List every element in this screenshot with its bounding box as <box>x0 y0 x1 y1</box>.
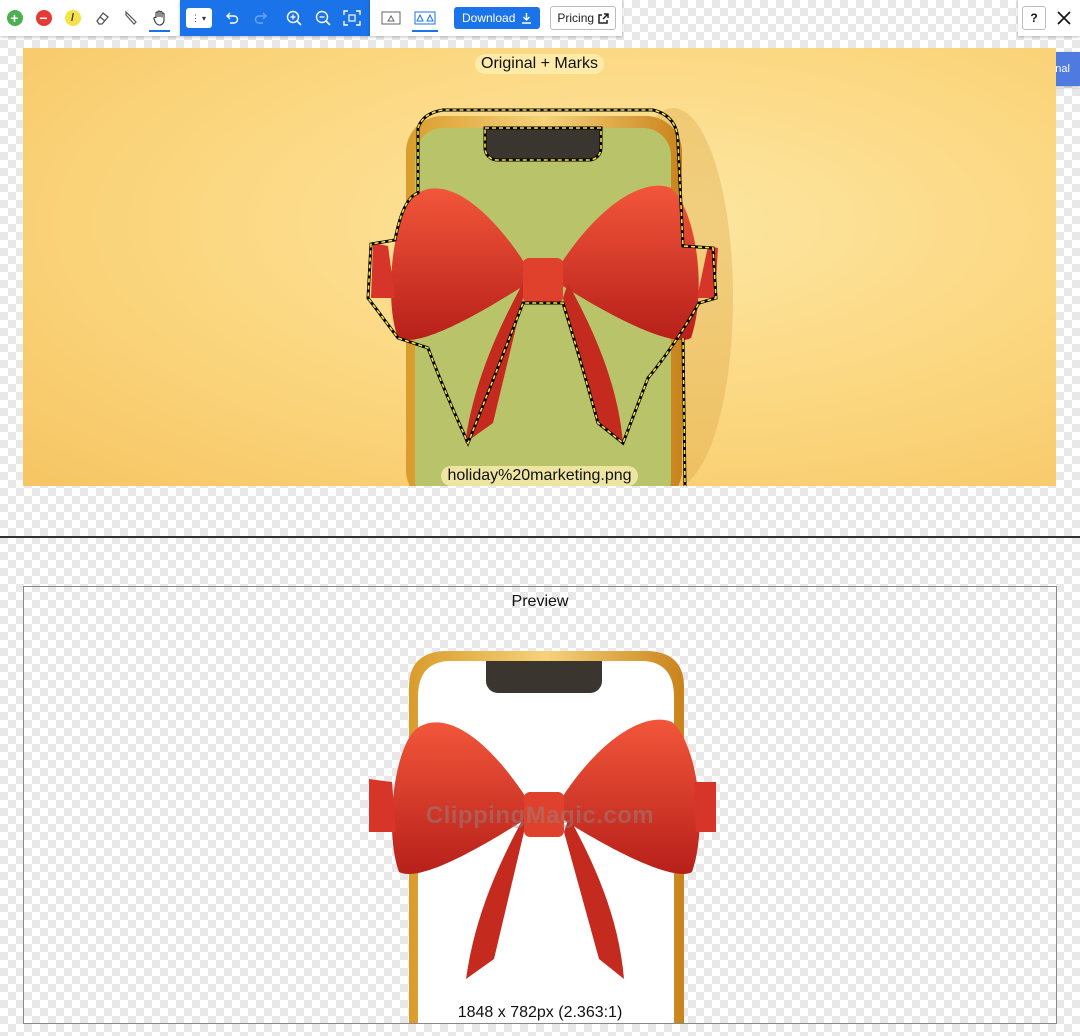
zoom-in-icon <box>286 10 302 26</box>
download-icon <box>522 13 532 24</box>
help-button[interactable]: ? <box>1022 6 1046 30</box>
highlighter-icon: / <box>64 10 81 26</box>
dimensions-label: 1848 x 782px (2.363:1) <box>457 1004 623 1021</box>
undo-icon <box>225 12 238 24</box>
fit-screen-icon <box>342 10 361 26</box>
marking-tools: + − / <box>0 0 180 36</box>
zoom-out-button[interactable] <box>308 0 337 36</box>
window-controls: ? <box>1018 0 1080 36</box>
remove-marker-button[interactable]: − <box>29 0 58 36</box>
download-label: Download <box>462 11 516 25</box>
minus-circle-icon: − <box>35 10 52 26</box>
external-link-icon <box>598 12 609 24</box>
layout-and-actions: Download Pricing <box>370 0 623 36</box>
scalpel-button[interactable] <box>116 0 145 36</box>
keep-marker-button[interactable]: + <box>0 0 29 36</box>
main-toolbar: + − / ⋮ ▾ Download Pricing <box>0 0 623 36</box>
eraser-icon <box>95 12 109 25</box>
panel-divider[interactable] <box>0 536 1080 538</box>
close-icon <box>1057 11 1071 25</box>
eraser-button[interactable] <box>87 0 116 36</box>
dual-view-button[interactable] <box>408 0 442 36</box>
close-button[interactable] <box>1052 6 1076 30</box>
top-panel-title: Original + Marks <box>23 54 1056 74</box>
view-tools: ⋮ ▾ <box>180 0 370 36</box>
preview-title: Preview <box>511 593 569 610</box>
brush-size-dropdown[interactable]: ⋮ ▾ <box>184 0 213 36</box>
single-view-icon <box>381 11 401 25</box>
filename-label: holiday%20marketing.png <box>23 466 1056 486</box>
hand-icon <box>152 10 165 26</box>
undo-button[interactable] <box>217 0 246 36</box>
plus-circle-icon: + <box>6 10 23 26</box>
original-image-canvas <box>366 108 733 486</box>
watermark-text: ClippingMagic.com <box>425 802 655 829</box>
hair-highlighter-button[interactable]: / <box>58 0 87 36</box>
redo-icon <box>254 12 267 24</box>
zoom-in-button[interactable] <box>279 0 308 36</box>
dual-view-icon <box>414 11 436 25</box>
preview-panel[interactable]: ClippingMagic.com Preview 1848 x 782px (… <box>23 586 1057 1024</box>
chevron-down-icon: ▾ <box>201 13 206 23</box>
zoom-out-icon <box>315 10 331 26</box>
pricing-button[interactable]: Pricing <box>550 6 617 30</box>
dots-icon: ⋮ <box>190 12 200 23</box>
scalpel-icon <box>124 10 137 25</box>
pricing-label: Pricing <box>557 11 595 25</box>
pan-hand-button[interactable] <box>145 0 174 36</box>
single-view-button[interactable] <box>374 0 408 36</box>
redo-button[interactable] <box>246 0 275 36</box>
original-marks-panel[interactable]: Original + Marks holiday%20marketing.png <box>23 48 1056 486</box>
download-button[interactable]: Download <box>454 7 541 29</box>
fit-to-screen-button[interactable] <box>337 0 366 36</box>
